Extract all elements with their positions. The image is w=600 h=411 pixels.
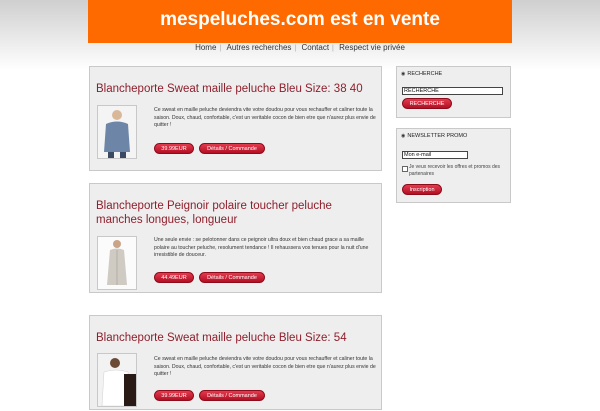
newsletter-box: ◉ NEWSLETTER PROMO Mon e-mail Je veux rec…	[396, 128, 511, 203]
search-input[interactable]: RECHERCHE	[402, 87, 503, 95]
product-description: Une seule envie : se pelotonner dans ce …	[154, 237, 369, 259]
nav-contact[interactable]: Contact	[298, 43, 332, 52]
nav-separator: |	[219, 45, 222, 52]
details-button[interactable]: Détails / Commande	[199, 390, 265, 401]
product-image[interactable]	[97, 105, 137, 159]
bullet-icon: ◉	[401, 71, 406, 77]
email-field[interactable]: Mon e-mail	[402, 151, 468, 159]
product-title[interactable]: Blancheporte Peignoir polaire toucher pe…	[96, 199, 381, 227]
nav-respect-vie-privee[interactable]: Respect vie privée	[336, 43, 408, 52]
site-title: mespeluches.com est en vente	[160, 9, 440, 30]
product-title[interactable]: Blancheporte Sweat maille peluche Bleu S…	[96, 331, 381, 345]
bullet-icon: ◉	[401, 133, 406, 139]
subscribe-button[interactable]: Inscription	[402, 184, 442, 195]
details-button[interactable]: Détails / Commande	[199, 272, 265, 283]
nav-separator: |	[294, 45, 297, 52]
site-header: mespeluches.com est en vente	[88, 0, 512, 43]
product-image[interactable]	[97, 236, 137, 290]
product-description: Ce sweat en maille peluche deviendra vit…	[154, 107, 376, 129]
nav-autres-recherches[interactable]: Autres recherches	[223, 43, 294, 52]
newsletter-box-title: ◉ NEWSLETTER PROMO	[401, 133, 468, 139]
price-button[interactable]: 39.99EUR	[154, 143, 194, 154]
price-button[interactable]: 39.99EUR	[154, 390, 194, 401]
product-card: Blancheporte Sweat maille peluche Bleu S…	[89, 66, 382, 171]
optin-label: Je veux recevoir les offres et promos de…	[409, 164, 501, 177]
product-card: Blancheporte Sweat maille peluche Bleu S…	[89, 315, 382, 410]
product-card: Blancheporte Peignoir polaire toucher pe…	[89, 183, 382, 293]
product-description: Ce sweat en maille peluche deviendra vit…	[154, 356, 376, 378]
search-box: ◉ RECHERCHE RECHERCHE RECHERCHE	[396, 66, 511, 118]
nav-separator: |	[332, 45, 334, 52]
details-button[interactable]: Détails / Commande	[199, 143, 265, 154]
product-image[interactable]	[97, 353, 137, 407]
search-box-title: ◉ RECHERCHE	[401, 71, 443, 77]
product-title[interactable]: Blancheporte Sweat maille peluche Bleu S…	[96, 82, 381, 96]
main-nav: Home | Autres recherches | Contact | Respec…	[88, 43, 512, 58]
optin-checkbox[interactable]	[402, 166, 408, 172]
search-button[interactable]: RECHERCHE	[402, 98, 452, 109]
price-button[interactable]: 44.49EUR	[154, 272, 194, 283]
nav-home[interactable]: Home	[192, 43, 219, 52]
